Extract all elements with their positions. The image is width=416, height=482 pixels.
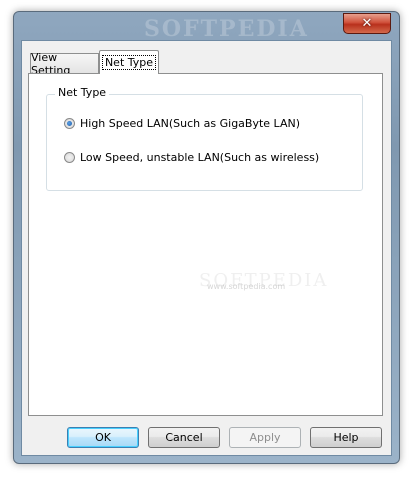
close-icon: ✕ xyxy=(361,16,373,31)
ok-button[interactable]: OK xyxy=(67,427,139,448)
radio-label: Low Speed, unstable LAN(Such as wireless… xyxy=(80,151,320,164)
tab-panel-net-type: SOFTPEDIA www.softpedia.com Net Type Hig… xyxy=(28,73,383,416)
apply-button[interactable]: Apply xyxy=(229,427,301,448)
tab-view-setting[interactable]: View Setting xyxy=(30,51,99,77)
radio-label: High Speed LAN(Such as GigaByte LAN) xyxy=(80,117,300,130)
radio-low-speed-lan[interactable]: Low Speed, unstable LAN(Such as wireless… xyxy=(64,151,319,164)
radio-high-speed-lan[interactable]: High Speed LAN(Such as GigaByte LAN) xyxy=(64,117,300,130)
radio-button-icon[interactable] xyxy=(64,152,75,163)
cancel-button[interactable]: Cancel xyxy=(148,427,220,448)
tab-net-type[interactable]: Net Type xyxy=(99,50,159,74)
title-watermark: SOFTPEDIA xyxy=(144,16,309,42)
radio-button-icon[interactable] xyxy=(64,118,75,129)
dialog-client-area: View Setting Net Type SOFTPEDIA www.soft… xyxy=(21,40,392,456)
close-button[interactable]: ✕ xyxy=(343,13,391,34)
tab-label: Net Type xyxy=(101,55,157,70)
groupbox-title: Net Type xyxy=(55,86,110,99)
panel-watermark-url: www.softpedia.com xyxy=(207,282,286,291)
radio-selected-dot xyxy=(67,121,72,126)
net-type-groupbox: Net Type High Speed LAN(Such as GigaByte… xyxy=(46,86,363,191)
dialog-window: SOFTPEDIA ✕ View Setting Net Type SOFTPE… xyxy=(13,11,400,464)
help-button[interactable]: Help xyxy=(310,427,382,448)
